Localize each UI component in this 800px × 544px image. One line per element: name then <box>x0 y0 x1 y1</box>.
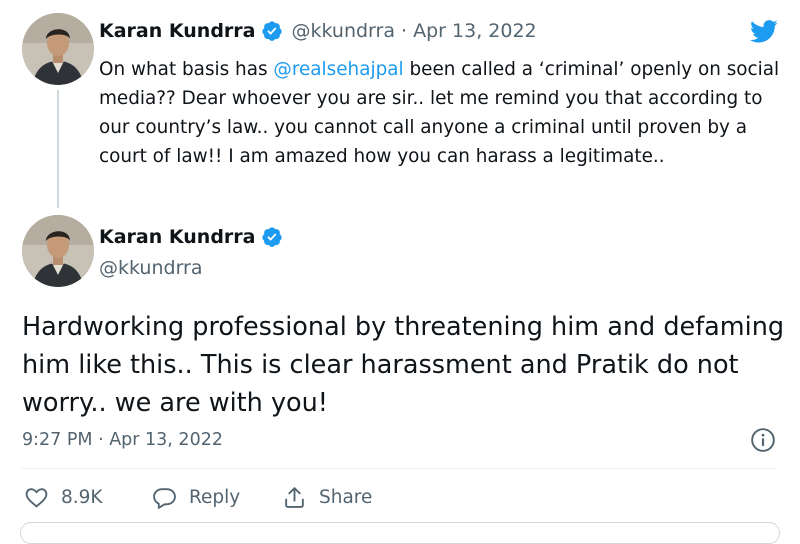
author-handle[interactable]: @kkundrra <box>291 20 395 42</box>
share-icon <box>285 487 304 508</box>
twitter-bird-icon[interactable] <box>748 17 780 45</box>
tweet-text-segment: On what basis has <box>99 59 274 80</box>
share-label: Share <box>319 487 373 508</box>
info-icon[interactable] <box>750 427 776 453</box>
verified-badge-icon <box>262 227 283 247</box>
like-button[interactable]: 8.9K <box>24 485 103 510</box>
tweet-date[interactable]: Apr 13, 2022 <box>413 20 537 42</box>
author-name[interactable]: Karan Kundrra <box>99 20 255 42</box>
like-count: 8.9K <box>61 487 103 508</box>
next-card-edge <box>20 522 780 544</box>
author-handle[interactable]: @kkundrra <box>99 257 203 279</box>
reply-icon <box>153 488 176 509</box>
tweet-timestamp[interactable]: 9:27 PM · Apr 13, 2022 <box>22 430 223 450</box>
main-tweet-text: Hardworking professional by threatening … <box>22 312 785 418</box>
author-name[interactable]: Karan Kundrra <box>99 226 255 248</box>
reply-button[interactable]: Reply <box>152 485 240 510</box>
share-button[interactable]: Share <box>282 485 372 510</box>
reply-label: Reply <box>189 487 241 508</box>
avatar[interactable] <box>22 13 94 85</box>
meta-separator: · <box>394 20 414 42</box>
thread-connector-line <box>57 90 59 208</box>
avatar[interactable] <box>22 215 94 287</box>
mention-link[interactable]: @realsehajpal <box>273 59 403 80</box>
parent-tweet-text: On what basis has @realsehajpal been cal… <box>99 55 789 171</box>
heart-icon <box>25 488 48 508</box>
divider <box>20 468 778 469</box>
verified-badge-icon <box>262 21 283 41</box>
